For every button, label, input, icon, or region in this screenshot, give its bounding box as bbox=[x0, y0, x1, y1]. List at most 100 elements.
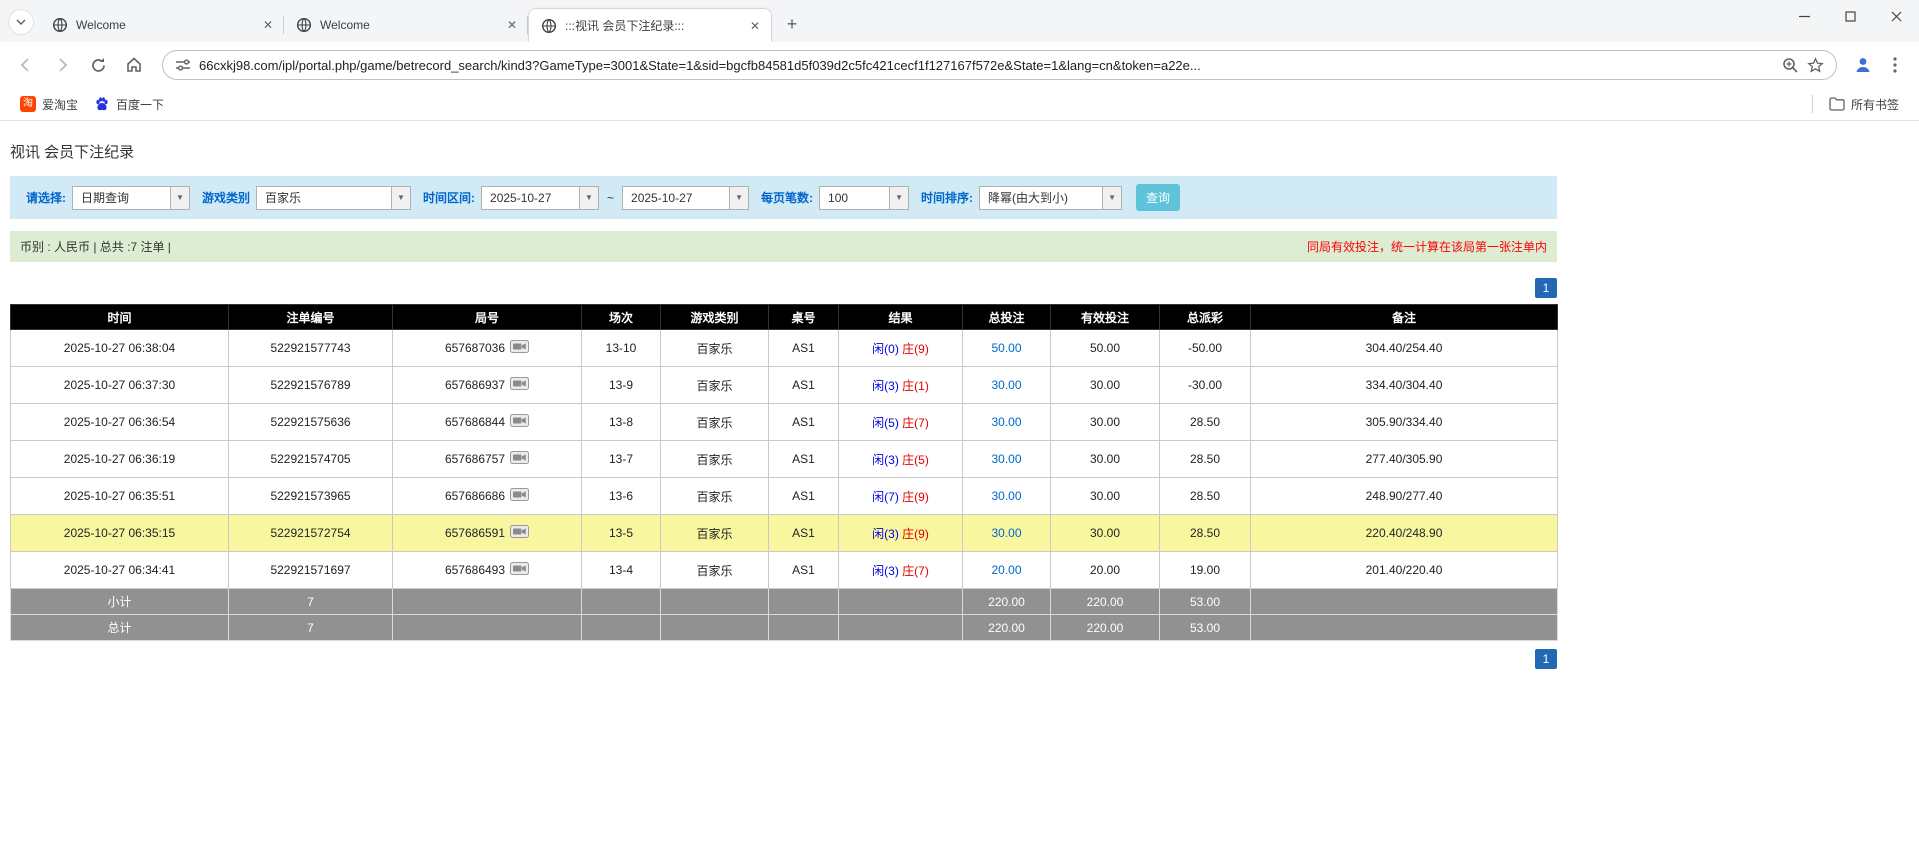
cell-game-type: 百家乐 bbox=[661, 441, 769, 478]
cell-table-no: AS1 bbox=[769, 367, 839, 404]
total-bet-link[interactable]: 30.00 bbox=[991, 526, 1021, 540]
cell-game-type: 百家乐 bbox=[661, 404, 769, 441]
tab-welcome-2[interactable]: Welcome ✕ bbox=[284, 8, 528, 42]
result-player: 闲(0) bbox=[872, 342, 899, 356]
cell-bet-id: 522921572754 bbox=[229, 515, 393, 552]
profile-avatar[interactable] bbox=[1849, 51, 1877, 79]
total-bet-link[interactable]: 30.00 bbox=[991, 415, 1021, 429]
minimize-button[interactable] bbox=[1781, 0, 1827, 32]
home-button[interactable] bbox=[118, 49, 150, 81]
address-bar[interactable]: 66cxkj98.com/ipl/portal.php/game/betreco… bbox=[162, 50, 1837, 80]
total-bet-link[interactable]: 20.00 bbox=[991, 563, 1021, 577]
tab-search-button[interactable] bbox=[8, 9, 34, 35]
cell-total-bet: 20.00 bbox=[963, 552, 1051, 589]
dropdown-arrow-icon[interactable]: ▼ bbox=[1102, 187, 1121, 209]
total-bet-link[interactable]: 50.00 bbox=[991, 341, 1021, 355]
all-bookmarks-button[interactable]: 所有书签 bbox=[1821, 92, 1907, 117]
tab-close-icon[interactable]: ✕ bbox=[504, 17, 520, 33]
video-replay-button[interactable] bbox=[510, 488, 529, 504]
tab-close-icon[interactable]: ✕ bbox=[747, 18, 763, 34]
query-type-select[interactable]: 日期查询 ▼ bbox=[72, 186, 190, 210]
url-text[interactable]: 66cxkj98.com/ipl/portal.php/game/betreco… bbox=[199, 58, 1774, 73]
date-from-select[interactable]: 2025-10-27 ▼ bbox=[481, 186, 599, 210]
cell-payout: 28.50 bbox=[1160, 478, 1251, 515]
col-game-type: 游戏类别 bbox=[661, 305, 769, 330]
browser-toolbar: 66cxkj98.com/ipl/portal.php/game/betreco… bbox=[0, 42, 1919, 88]
cell-round-id: 657686757 bbox=[393, 441, 582, 478]
bookmark-label: 爱淘宝 bbox=[42, 96, 78, 113]
dropdown-arrow-icon[interactable]: ▼ bbox=[889, 187, 908, 209]
cell-result: 闲(3) 庄(7) bbox=[839, 552, 963, 589]
cell-round-id: 657686493 bbox=[393, 552, 582, 589]
table-row: 2025-10-27 06:36:19522921574705657686757… bbox=[11, 441, 1558, 478]
game-type-select[interactable]: 百家乐 ▼ bbox=[256, 186, 411, 210]
range-separator: ~ bbox=[607, 191, 614, 205]
currency-summary-text: 币别 : 人民币 | 总共 :7 注单 | bbox=[20, 238, 171, 255]
cell-total-bet: 50.00 bbox=[963, 330, 1051, 367]
table-row: 2025-10-27 06:38:04522921577743657687036… bbox=[11, 330, 1558, 367]
window-controls bbox=[1781, 0, 1919, 32]
cell-table-no: AS1 bbox=[769, 441, 839, 478]
cell-table-no: AS1 bbox=[769, 478, 839, 515]
page-content: 视讯 会员下注纪录 请选择: 日期查询 ▼ 游戏类别 百家乐 ▼ 时间区间: 2… bbox=[0, 121, 1919, 669]
search-button[interactable]: 查询 bbox=[1136, 184, 1180, 211]
tab-bet-record-active[interactable]: :::视讯 会员下注纪录::: ✕ bbox=[528, 8, 772, 42]
sort-select[interactable]: 降幂(由大到小) ▼ bbox=[979, 186, 1122, 210]
cell-time: 2025-10-27 06:36:54 bbox=[11, 404, 229, 441]
menu-icon[interactable] bbox=[1881, 51, 1909, 79]
tab-close-icon[interactable]: ✕ bbox=[260, 17, 276, 33]
cell-note: 305.90/334.40 bbox=[1251, 404, 1558, 441]
bookmark-star-icon[interactable] bbox=[1807, 57, 1824, 74]
col-valid-bet: 有效投注 bbox=[1051, 305, 1160, 330]
video-replay-icon bbox=[510, 451, 529, 464]
video-replay-button[interactable] bbox=[510, 340, 529, 356]
back-button[interactable] bbox=[10, 49, 42, 81]
cell-note: 277.40/305.90 bbox=[1251, 441, 1558, 478]
total-bet-link[interactable]: 30.00 bbox=[991, 378, 1021, 392]
cell-payout: -30.00 bbox=[1160, 367, 1251, 404]
total-bet-link[interactable]: 30.00 bbox=[991, 452, 1021, 466]
dropdown-arrow-icon[interactable]: ▼ bbox=[391, 187, 410, 209]
site-settings-icon[interactable] bbox=[175, 57, 191, 73]
forward-button[interactable] bbox=[46, 49, 78, 81]
maximize-button[interactable] bbox=[1827, 0, 1873, 32]
tab-welcome-1[interactable]: Welcome ✕ bbox=[40, 8, 284, 42]
pagination-bottom: 1 bbox=[10, 649, 1557, 669]
reload-button[interactable] bbox=[82, 49, 114, 81]
page-size-select[interactable]: 100 ▼ bbox=[819, 186, 909, 210]
video-replay-button[interactable] bbox=[510, 525, 529, 541]
cell-result: 闲(0) 庄(9) bbox=[839, 330, 963, 367]
video-replay-button[interactable] bbox=[510, 414, 529, 430]
cell-result: 闲(3) 庄(5) bbox=[839, 441, 963, 478]
bet-table-body: 2025-10-27 06:38:04522921577743657687036… bbox=[11, 330, 1558, 589]
page-number-button[interactable]: 1 bbox=[1535, 278, 1557, 298]
video-replay-button[interactable] bbox=[510, 451, 529, 467]
close-button[interactable] bbox=[1873, 0, 1919, 32]
bookmark-baidu[interactable]: 百度一下 bbox=[86, 92, 172, 117]
all-bookmarks-label: 所有书签 bbox=[1851, 96, 1899, 113]
page-number-button[interactable]: 1 bbox=[1535, 649, 1557, 669]
new-tab-button[interactable]: + bbox=[778, 10, 806, 38]
video-replay-button[interactable] bbox=[510, 562, 529, 578]
tab-title: Welcome bbox=[76, 18, 252, 32]
dropdown-arrow-icon[interactable]: ▼ bbox=[170, 187, 189, 209]
zoom-icon[interactable] bbox=[1782, 57, 1799, 74]
cell-table-no: AS1 bbox=[769, 515, 839, 552]
cell-time: 2025-10-27 06:36:19 bbox=[11, 441, 229, 478]
date-to-select[interactable]: 2025-10-27 ▼ bbox=[622, 186, 749, 210]
table-row: 2025-10-27 06:37:30522921576789657686937… bbox=[11, 367, 1558, 404]
col-table-no: 桌号 bbox=[769, 305, 839, 330]
dropdown-arrow-icon[interactable]: ▼ bbox=[729, 187, 748, 209]
total-row: 总计 7 220.00 220.00 53.00 bbox=[11, 615, 1558, 641]
video-replay-button[interactable] bbox=[510, 377, 529, 393]
cell-round-id: 657686844 bbox=[393, 404, 582, 441]
dropdown-arrow-icon[interactable]: ▼ bbox=[579, 187, 598, 209]
cell-time: 2025-10-27 06:35:15 bbox=[11, 515, 229, 552]
cell-table-no: AS1 bbox=[769, 330, 839, 367]
col-payout: 总派彩 bbox=[1160, 305, 1251, 330]
bookmark-aitaobao[interactable]: 淘 爱淘宝 bbox=[12, 92, 86, 117]
cell-game-type: 百家乐 bbox=[661, 515, 769, 552]
result-banker: 庄(1) bbox=[902, 379, 929, 393]
total-bet-link[interactable]: 30.00 bbox=[991, 489, 1021, 503]
cell-result: 闲(3) 庄(1) bbox=[839, 367, 963, 404]
